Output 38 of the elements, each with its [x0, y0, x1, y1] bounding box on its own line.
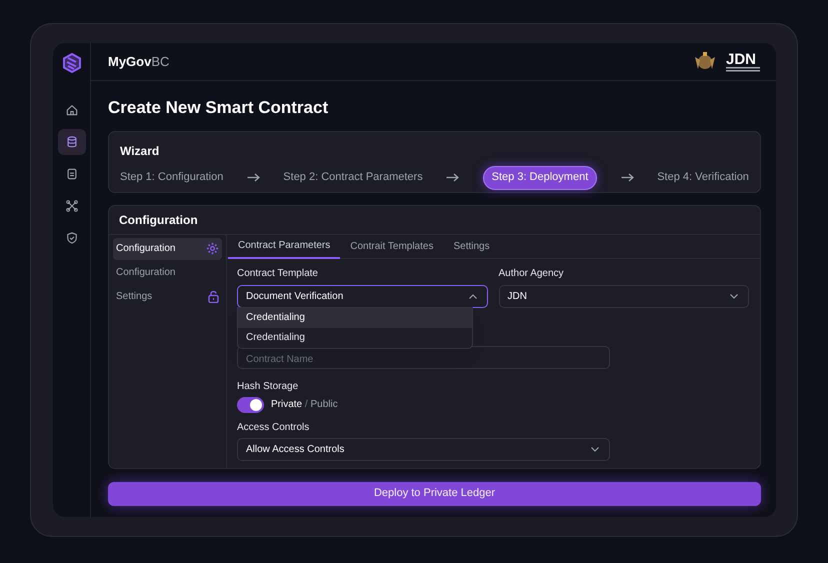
arrow-icon: [620, 173, 634, 182]
chevron-icon: [591, 446, 599, 452]
page-title: Create New Smart Contract: [108, 97, 330, 119]
nav-item[interactable]: Settings: [113, 286, 222, 308]
toggle-label: Private / Public: [271, 398, 338, 412]
nav-item[interactable]: Configuration: [113, 238, 222, 260]
app-name: MyGovBC: [108, 52, 170, 71]
field-label: Access Controls: [237, 420, 310, 434]
nav-item[interactable]: Configuration: [113, 262, 222, 284]
dropdown-option[interactable]: Credentialing: [238, 328, 472, 348]
chevron-icon: [730, 294, 738, 298]
tab[interactable]: Contract Parameters: [228, 234, 340, 258]
dropdown-option[interactable]: Credentialing: [238, 308, 472, 328]
gear-icon: [206, 242, 219, 255]
logo-text: JDN: [726, 52, 756, 66]
field-label: Contract Template: [237, 266, 319, 280]
tab[interactable]: Contrait Templates: [340, 234, 444, 258]
field-label: Author Agency: [498, 266, 565, 280]
wizard-step[interactable]: Step 2: Contract Parameters: [283, 166, 423, 190]
wizard-step[interactable]: Step 1: Configuration: [120, 166, 224, 190]
toggle-switch[interactable]: [237, 396, 264, 412]
tab[interactable]: Settings: [443, 234, 500, 258]
chevron-icon: [468, 294, 476, 298]
logo-icon: [62, 53, 82, 73]
dropdown[interactable]: Allow Access Controls: [237, 438, 610, 460]
arrow-icon: [446, 173, 460, 182]
card-title: Wizard: [120, 142, 160, 160]
wizard-step[interactable]: Step 4: Verification: [657, 166, 749, 190]
wizard-step[interactable]: Step 3: Deployment: [482, 166, 598, 190]
card-title: Configuration: [119, 212, 198, 228]
deploy-button[interactable]: Deploy to Private Ledger: [108, 482, 761, 506]
arrow-icon: [246, 173, 260, 182]
database-icon[interactable]: [58, 129, 86, 155]
lock-icon: [208, 290, 219, 303]
field-label: Hash Storage: [237, 380, 300, 394]
tagline-drawing: [726, 66, 760, 72]
dropdown[interactable]: Document Verification: [237, 284, 488, 308]
dropdown[interactable]: JDN: [498, 284, 749, 308]
